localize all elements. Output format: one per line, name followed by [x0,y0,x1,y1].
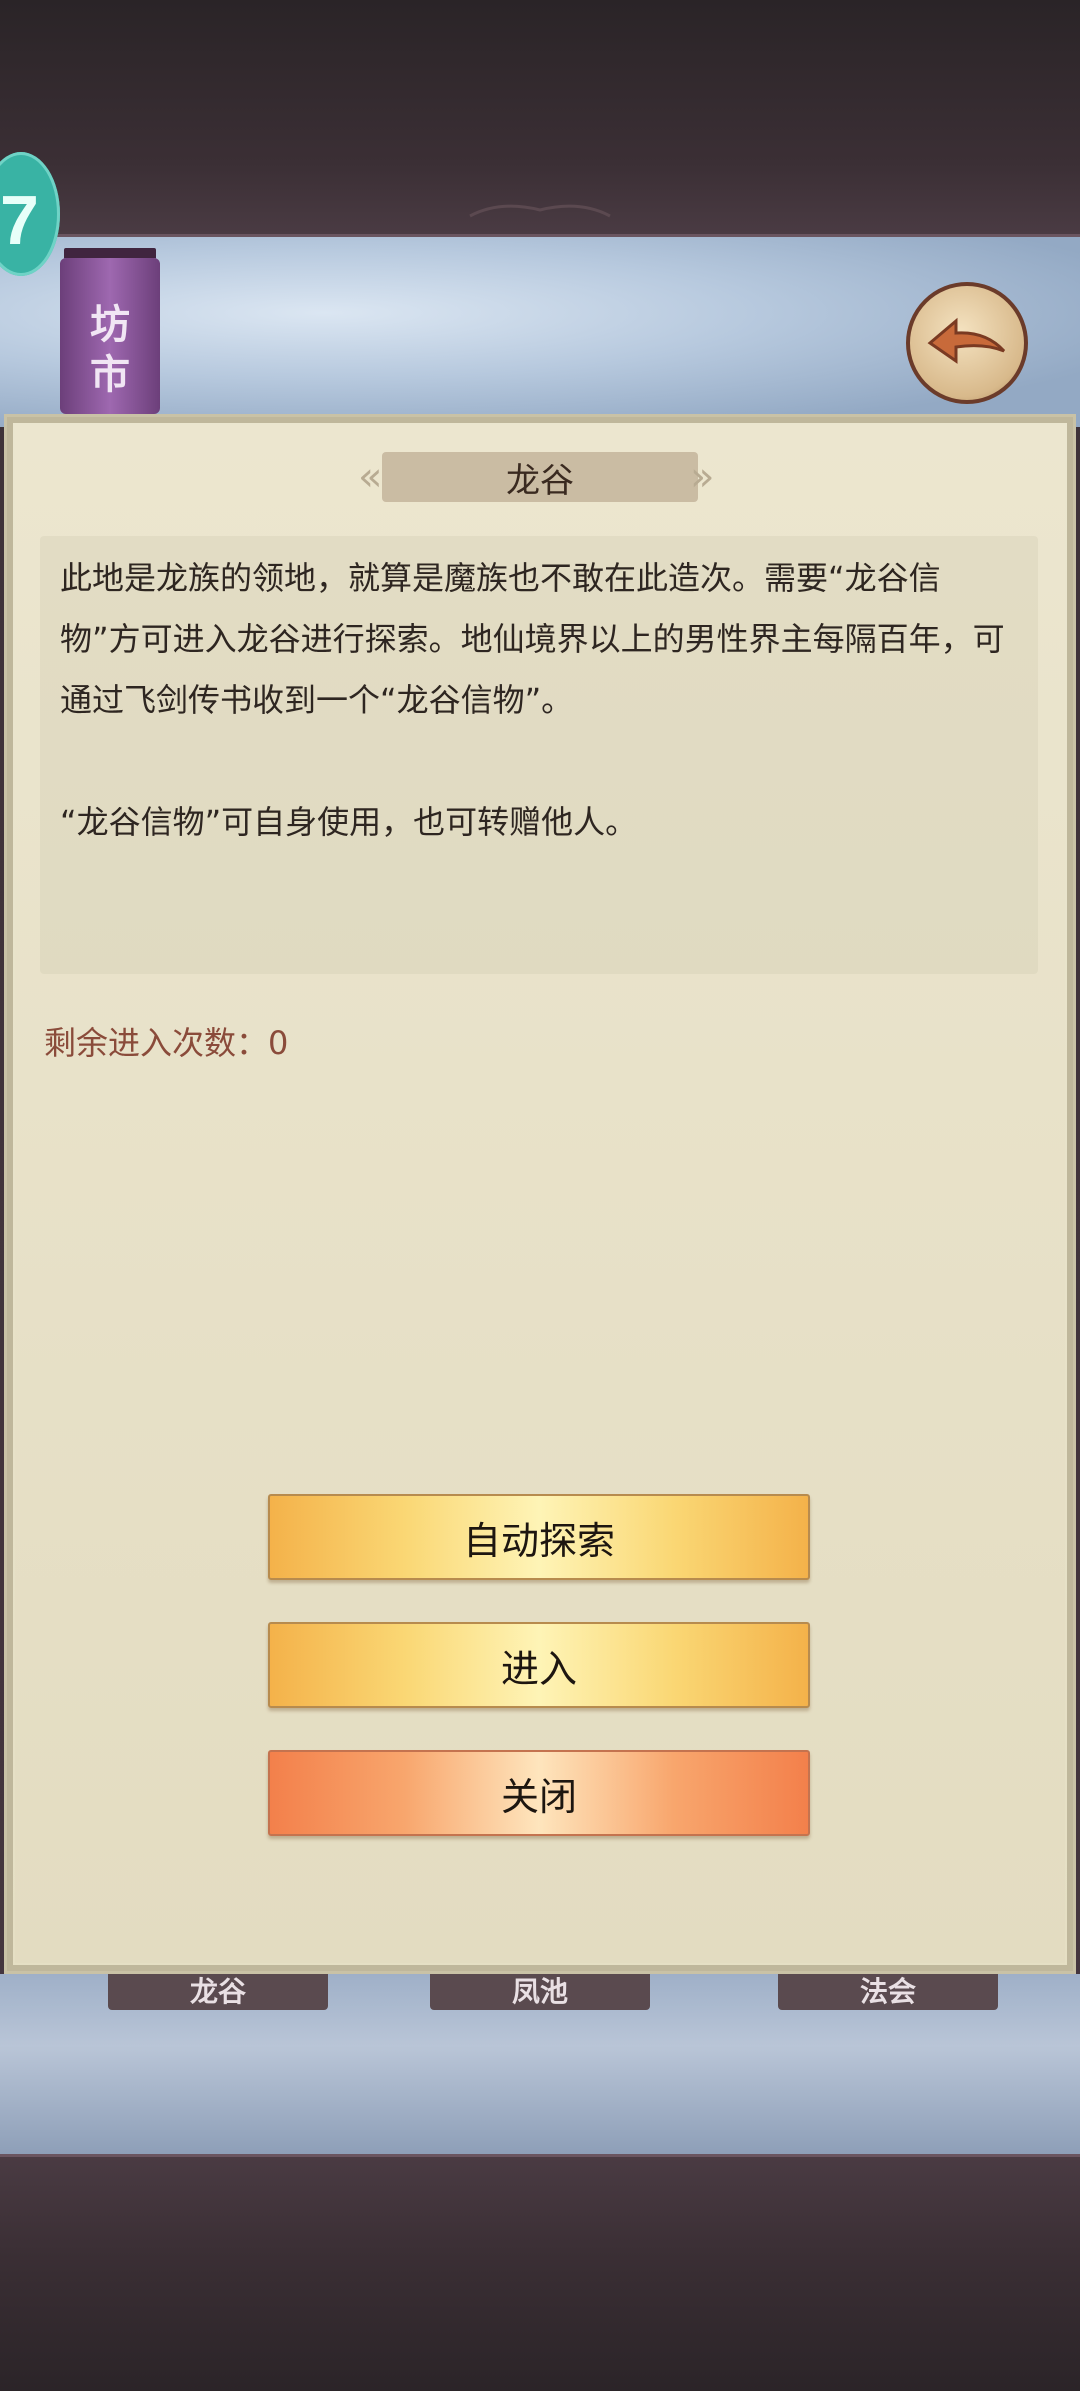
top-ornament [469,204,611,218]
auto-explore-button[interactable]: 自动探索 [268,1494,810,1580]
remaining-entries: 剩余进入次数：0 [44,1024,289,1062]
location-banner-text: 坊 市 [90,301,130,398]
tab-longgu[interactable]: 龙谷 [108,1970,328,2010]
tab-fahui[interactable]: 法会 [778,1970,998,2010]
title-right-ornament-icon: » [690,454,715,500]
back-arrow-icon [927,317,1006,364]
enter-button[interactable]: 进入 [268,1622,810,1708]
dialog-title: 龙谷 [382,452,698,502]
close-button[interactable]: 关闭 [268,1750,810,1836]
bottom-frame [0,2154,1080,2391]
back-button[interactable] [906,282,1028,404]
tab-fengchi[interactable]: 凤池 [430,1970,650,2010]
level-badge-number: 7 [0,181,39,259]
description-text: 此地是龙族的领地，就算是魔族也不敢在此造次。需要“龙谷信物”方可进入龙谷进行探索… [60,559,1005,841]
